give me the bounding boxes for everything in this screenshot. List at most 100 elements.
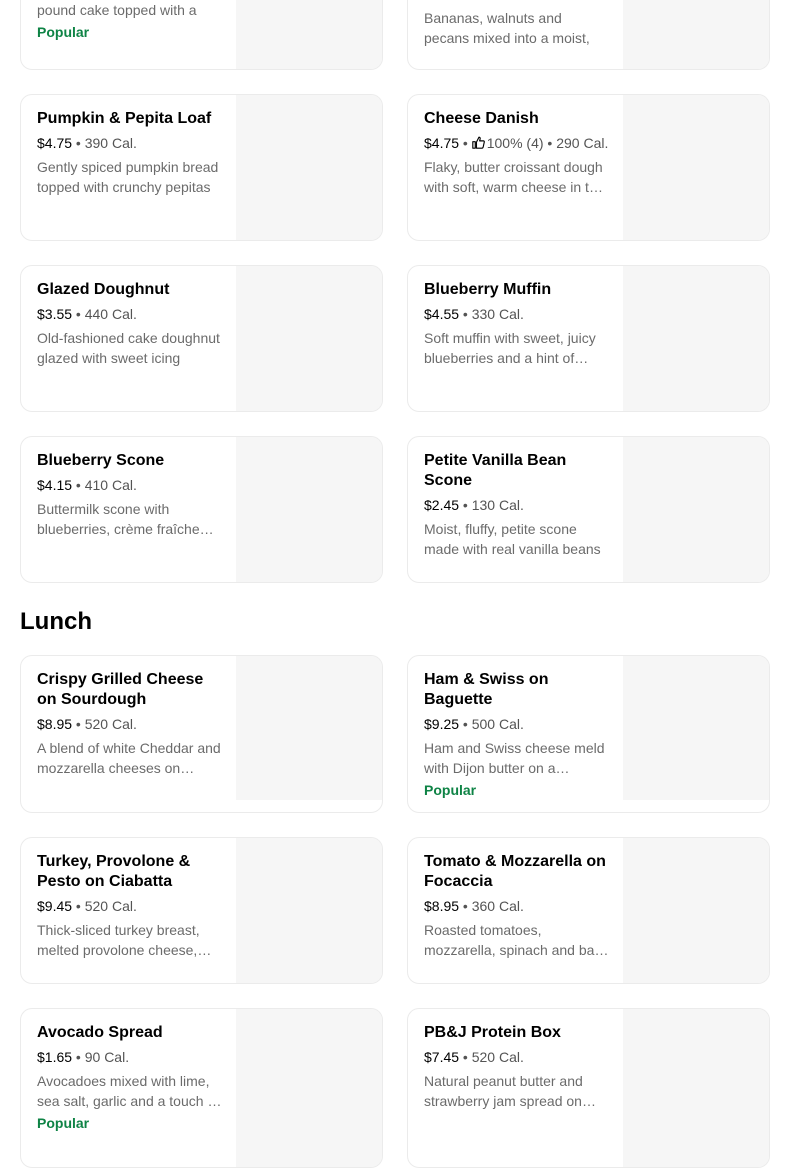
- menu-item-image: [623, 1009, 769, 1167]
- menu-item-price: $4.55: [424, 306, 460, 322]
- menu-item-card-banana-bread[interactable]: Bananas, walnuts and pecans mixed into a…: [407, 0, 770, 70]
- menu-item-text: Glazed Doughnut $3.55 • 440 Cal. Old-fas…: [37, 280, 222, 368]
- section-title-lunch: Lunch: [20, 608, 92, 635]
- menu-item-image: [236, 1009, 382, 1167]
- menu-item-meta: $4.75 • 100% (4) • 290 Cal.: [424, 135, 609, 151]
- menu-item-image: [236, 838, 382, 983]
- menu-item-name: Glazed Doughnut: [37, 281, 170, 298]
- menu-item-card[interactable]: Petite Vanilla Bean Scone $2.45 • 130 Ca…: [407, 436, 770, 583]
- menu-item-name: Crispy Grilled Cheese on Sourdough: [37, 671, 204, 708]
- menu-item-name: Turkey, Provolone & Pesto on Ciabatta: [37, 853, 191, 890]
- menu-item-card-lemon-loaf[interactable]: Citrusy, buttery, moist lemon pound cake…: [20, 0, 383, 70]
- popular-badge: Popular: [37, 24, 90, 40]
- menu-item-name: Pumpkin & Pepita Loaf: [37, 110, 212, 127]
- menu-item-text: Blueberry Muffin $4.55 • 330 Cal. Soft m…: [424, 280, 609, 368]
- menu-item-meta: $2.45 • 130 Cal.: [424, 497, 524, 513]
- menu-item-card[interactable]: Cheese Danish $4.75 • 100% (4) • 290 Cal…: [407, 94, 770, 241]
- menu-item-price: $9.25: [424, 716, 460, 732]
- menu-item-card[interactable]: Crispy Grilled Cheese on Sourdough $8.95…: [20, 655, 383, 813]
- menu-item-calories: 360 Cal.: [471, 898, 524, 914]
- menu-item-description: Thick-sliced turkey breast, melted provo…: [37, 922, 200, 958]
- menu-item-description: Natural peanut butter and strawberry jam…: [424, 1073, 583, 1109]
- menu-item-text: Ham & Swiss on Baguette $9.25 • 500 Cal.…: [424, 670, 609, 800]
- menu-item-calories: 500 Cal.: [471, 716, 524, 732]
- menu-item-meta: $1.65 • 90 Cal.: [37, 1049, 130, 1065]
- menu-item-image: [236, 656, 382, 800]
- menu-item-meta: $4.55 • 330 Cal.: [424, 306, 524, 322]
- menu-item-name: Ham & Swiss on Baguette: [424, 671, 549, 708]
- menu-item-meta: $3.55 • 440 Cal.: [37, 306, 137, 322]
- menu-item-price: $4.15: [37, 477, 73, 493]
- menu-item-text: Crispy Grilled Cheese on Sourdough $8.95…: [37, 670, 222, 778]
- menu-item-description: Flaky, butter croissant dough with soft,…: [424, 159, 605, 195]
- menu-item-image: [236, 0, 382, 69]
- menu-item-text: Cheese Danish $4.75 • 100% (4) • 290 Cal…: [424, 109, 609, 197]
- menu-item-name: Cheese Danish: [424, 110, 539, 127]
- menu-item-description: Roasted tomatoes, mozzarella, spinach an…: [424, 922, 608, 958]
- menu-item-card[interactable]: Glazed Doughnut $3.55 • 440 Cal. Old-fas…: [20, 265, 383, 412]
- menu-item-text: Blueberry Scone $4.15 • 410 Cal. Butterm…: [37, 451, 222, 539]
- menu-item-text: Petite Vanilla Bean Scone $2.45 • 130 Ca…: [424, 451, 609, 559]
- menu-item-description: Bananas, walnuts and pecans mixed into a…: [424, 10, 590, 46]
- menu-item-meta: $8.95 • 360 Cal.: [424, 898, 524, 914]
- menu-item-card[interactable]: Turkey, Provolone & Pesto on Ciabatta $9…: [20, 837, 383, 984]
- menu-item-calories: 390 Cal.: [84, 135, 137, 151]
- menu-item-name: PB&J Protein Box: [424, 1024, 561, 1041]
- menu-item-card[interactable]: Ham & Swiss on Baguette $9.25 • 500 Cal.…: [407, 655, 770, 813]
- menu-item-meta: $7.45 • 520 Cal.: [424, 1049, 524, 1065]
- menu-item-text: Citrusy, buttery, moist lemon pound cake…: [37, 0, 222, 42]
- popular-badge: Popular: [424, 782, 477, 798]
- menu-item-price: $3.55: [37, 306, 73, 322]
- menu-item-name: Avocado Spread: [37, 1024, 163, 1041]
- menu-item-name: Tomato & Mozzarella on Focaccia: [424, 853, 606, 890]
- menu-item-name: Petite Vanilla Bean Scone: [424, 452, 567, 489]
- menu-item-price: $9.45: [37, 898, 73, 914]
- menu-item-description: Avocadoes mixed with lime, sea salt, gar…: [37, 1073, 220, 1109]
- menu-item-description: Old-fashioned cake doughnut glazed with …: [37, 330, 220, 366]
- menu-item-calories: 520 Cal.: [84, 716, 137, 732]
- menu-item-calories: 440 Cal.: [84, 306, 137, 322]
- menu-item-meta: $9.25 • 500 Cal.: [424, 716, 524, 732]
- menu-item-calories: 290 Cal.: [556, 135, 609, 151]
- menu-item-image: [623, 0, 769, 69]
- menu-item-price: $8.95: [424, 898, 460, 914]
- menu-item-image: [623, 656, 769, 800]
- thumbs-up-icon: [471, 136, 485, 149]
- menu-item-description: Gently spiced pumpkin bread topped with …: [37, 159, 219, 195]
- menu-item-calories: 90 Cal.: [84, 1049, 130, 1065]
- menu-item-meta: $4.15 • 410 Cal.: [37, 477, 137, 493]
- menu-item-calories: 520 Cal.: [471, 1049, 524, 1065]
- menu-item-price: $7.45: [424, 1049, 460, 1065]
- menu-item-calories: 410 Cal.: [84, 477, 137, 493]
- menu-item-card[interactable]: PB&J Protein Box $7.45 • 520 Cal. Natura…: [407, 1008, 770, 1168]
- menu-item-calories: 130 Cal.: [471, 497, 524, 513]
- menu-item-image: [623, 437, 769, 582]
- menu-item-card[interactable]: Avocado Spread $1.65 • 90 Cal. Avocadoes…: [20, 1008, 383, 1168]
- menu-item-image: [623, 838, 769, 983]
- menu-item-card[interactable]: Blueberry Muffin $4.55 • 330 Cal. Soft m…: [407, 265, 770, 412]
- menu-item-name: Blueberry Muffin: [424, 281, 552, 298]
- menu-item-description: Ham and Swiss cheese meld with Dijon but…: [424, 740, 605, 776]
- menu-item-card[interactable]: Pumpkin & Pepita Loaf $4.75 • 390 Cal. G…: [20, 94, 383, 241]
- menu-item-card[interactable]: Tomato & Mozzarella on Focaccia $8.95 • …: [407, 837, 770, 984]
- menu-item-calories: 520 Cal.: [84, 898, 137, 914]
- popular-badge: Popular: [37, 1115, 90, 1131]
- menu-item-name: Blueberry Scone: [37, 452, 165, 469]
- menu-item-image: [236, 266, 382, 411]
- menu-item-meta: $4.75 • 390 Cal.: [37, 135, 137, 151]
- menu-item-image: [236, 95, 382, 240]
- menu-item-price: $2.45: [424, 497, 460, 513]
- menu-item-description: Citrusy, buttery, moist lemon pound cake…: [37, 2, 197, 18]
- menu-item-price: $4.75: [424, 135, 460, 151]
- menu-item-card[interactable]: Blueberry Scone $4.15 • 410 Cal. Butterm…: [20, 436, 383, 583]
- menu-item-price: $4.75: [37, 135, 73, 151]
- menu-item-text: PB&J Protein Box $7.45 • 520 Cal. Natura…: [424, 1023, 609, 1111]
- menu-item-meta: $9.45 • 520 Cal.: [37, 898, 137, 914]
- menu-item-price: $8.95: [37, 716, 73, 732]
- menu-item-image: [623, 95, 769, 240]
- menu-item-text: Bananas, walnuts and pecans mixed into a…: [424, 8, 609, 48]
- menu-item-image: [236, 437, 382, 582]
- menu-item-description: Moist, fluffy, petite scone made with re…: [424, 521, 601, 557]
- menu-item-image: [623, 266, 769, 411]
- menu-item-text: Pumpkin & Pepita Loaf $4.75 • 390 Cal. G…: [37, 109, 222, 197]
